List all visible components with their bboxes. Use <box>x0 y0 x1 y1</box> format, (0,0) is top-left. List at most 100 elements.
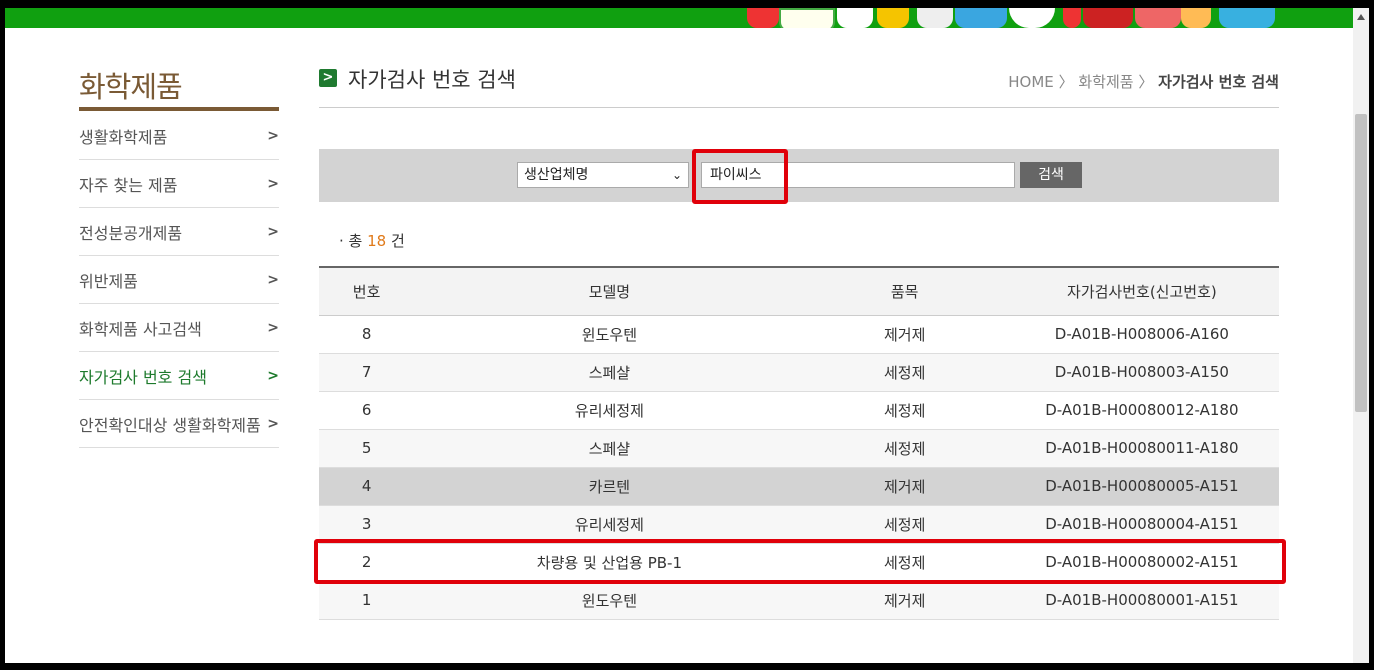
result-count-number: 18 <box>367 232 387 250</box>
search-bar: 생산업체명 ⌄ 파이씨스 검색 <box>319 149 1279 204</box>
table-header-row: 번호 모델명 품목 자가검사번호(신고번호) <box>319 267 1279 316</box>
search-button[interactable]: 검색 <box>1020 162 1082 188</box>
cell-self-test-number: D-A01B-H00080004-A151 <box>1045 515 1239 533</box>
sidebar-item-self-test-search[interactable]: 자가검사 번호 검색 > <box>79 352 279 400</box>
chevron-right-icon: > <box>267 367 279 384</box>
column-header-self-test-number: 자가검사번호(신고번호) <box>1004 267 1279 316</box>
cell-number: 8 <box>361 325 372 343</box>
cell-number: 3 <box>361 515 372 533</box>
cell-model[interactable]: 카르텐 <box>414 467 804 505</box>
cell-model[interactable]: 스페샬 <box>414 353 804 391</box>
sidebar-item-frequent-products[interactable]: 자주 찾는 제품 > <box>79 160 279 208</box>
cell-category: 제거제 <box>883 325 926 344</box>
sidebar-item-label: 위반제품 <box>79 271 138 291</box>
highlight-box-input <box>692 149 788 204</box>
cell-model[interactable]: 윈도우텐 <box>414 315 804 353</box>
cell-model[interactable]: 윈도우텐 <box>414 581 804 619</box>
chevron-right-icon: > <box>267 319 279 336</box>
scrollbar-thumb[interactable] <box>1355 114 1367 412</box>
chevron-right-icon: > <box>267 223 279 240</box>
table-row[interactable]: 3 유리세정제 세정제 D-A01B-H00080004-A151 <box>319 505 1279 543</box>
table-row[interactable]: 6 유리세정제 세정제 D-A01B-H00080012-A180 <box>319 391 1279 429</box>
column-header-model: 모델명 <box>414 267 805 316</box>
sidebar-item-label: 전성분공개제품 <box>79 223 183 243</box>
sidebar-item-safety-check[interactable]: 안전확인대상 생활화학제품 > <box>79 400 279 448</box>
table-row[interactable]: 7 스페샬 세정제 D-A01B-H008003-A150 <box>319 353 1279 391</box>
cell-category: 세정제 <box>883 439 926 458</box>
chevron-right-icon: > <box>267 271 279 288</box>
cell-model[interactable]: 스페샬 <box>414 429 804 467</box>
soap-label-graphic <box>779 8 835 28</box>
sidebar-menu: 생활화학제품 > 자주 찾는 제품 > 전성분공개제품 > 위반제품 > 화학제품 사고… <box>79 112 279 448</box>
product-graphic <box>837 8 873 28</box>
sidebar-title: 화학제품 <box>79 70 183 104</box>
result-count-prefix: · 총 <box>339 232 363 250</box>
cell-self-test-number: D-A01B-H00080012-A180 <box>1045 401 1239 419</box>
product-graphic <box>1083 8 1133 28</box>
result-count: · 총 18 건 <box>339 230 405 251</box>
page-title: 자가검사 번호 검색 <box>348 68 516 92</box>
sidebar-item-label: 생활화학제품 <box>79 127 168 147</box>
sidebar-item-label: 화학제품 사고검색 <box>79 319 202 339</box>
sidebar-item-household-chemicals[interactable]: 생활화학제품 > <box>79 112 279 160</box>
page-scrollbar[interactable] <box>1353 8 1369 663</box>
product-graphic <box>917 8 953 28</box>
product-graphic <box>955 8 1007 28</box>
scroll-up-arrow-icon[interactable] <box>1357 14 1365 20</box>
cell-self-test-number: D-A01B-H00080005-A151 <box>1045 477 1239 495</box>
sidebar-item-label: 자주 찾는 제품 <box>79 175 178 195</box>
breadcrumb-separator-icon: 〉 <box>1138 73 1154 91</box>
title-divider <box>319 107 1279 108</box>
cell-category: 제거제 <box>883 477 926 496</box>
sidebar-item-label: 안전확인대상 생활화학제품 <box>79 415 261 435</box>
search-field-select-value: 생산업체명 <box>524 167 589 183</box>
table-row[interactable]: 1 윈도우텐 제거제 D-A01B-H00080001-A151 <box>319 581 1279 619</box>
cell-number: 4 <box>361 477 372 495</box>
product-graphic <box>1135 8 1181 28</box>
cell-category: 세정제 <box>883 515 926 534</box>
breadcrumb-chemicals[interactable]: 화학제품 <box>1078 73 1133 91</box>
cell-self-test-number: D-A01B-H00080001-A151 <box>1045 591 1239 609</box>
product-graphic <box>877 8 909 28</box>
table-row[interactable]: 8 윈도우텐 제거제 D-A01B-H008006-A160 <box>319 315 1279 353</box>
product-graphic <box>1063 8 1081 28</box>
chevron-right-icon: > <box>267 127 279 144</box>
result-count-suffix: 건 <box>391 232 405 250</box>
breadcrumb-separator-icon: 〉 <box>1058 73 1074 91</box>
cell-model[interactable]: 유리세정제 <box>414 391 804 429</box>
chevron-right-icon: > <box>267 415 279 432</box>
top-banner <box>5 8 1353 28</box>
breadcrumb-home[interactable]: HOME <box>1008 73 1054 91</box>
sidebar-title-underline <box>79 107 279 111</box>
highlight-box-row <box>314 539 1286 584</box>
chevron-right-icon: > <box>267 175 279 192</box>
chevron-right-box-icon: > <box>319 69 337 87</box>
product-graphic <box>1009 8 1055 28</box>
cell-number: 7 <box>361 363 372 381</box>
sidebar-item-accident-search[interactable]: 화학제품 사고검색 > <box>79 304 279 352</box>
search-field-select[interactable]: 생산업체명 ⌄ <box>517 162 689 188</box>
cell-self-test-number: D-A01B-H008003-A150 <box>1054 363 1229 381</box>
cell-number: 5 <box>361 439 372 457</box>
breadcrumb: HOME 〉 화학제품 〉 자가검사 번호 검색 <box>1008 71 1279 92</box>
sidebar-item-label: 자가검사 번호 검색 <box>79 367 207 387</box>
column-header-number: 번호 <box>319 267 415 316</box>
sidebar-item-violations[interactable]: 위반제품 > <box>79 256 279 304</box>
soap-graphic <box>747 8 779 28</box>
cell-number: 1 <box>361 591 372 609</box>
column-header-category: 품목 <box>804 267 1005 316</box>
sidebar-item-full-ingredients[interactable]: 전성분공개제품 > <box>79 208 279 256</box>
chevron-down-icon: ⌄ <box>671 168 682 182</box>
breadcrumb-current: 자가검사 번호 검색 <box>1158 73 1279 91</box>
cell-category: 제거제 <box>883 591 926 610</box>
product-graphic <box>1181 8 1211 28</box>
cell-category: 세정제 <box>883 363 926 382</box>
browser-viewport: 화학제품 생활화학제품 > 자주 찾는 제품 > 전성분공개제품 > 위반제품 > 화학… <box>5 8 1369 663</box>
table-row[interactable]: 4 카르텐 제거제 D-A01B-H00080005-A151 <box>319 467 1279 505</box>
cell-model[interactable]: 유리세정제 <box>414 505 804 543</box>
cell-self-test-number: D-A01B-H00080011-A180 <box>1045 439 1239 457</box>
cell-number: 6 <box>361 401 372 419</box>
cell-category: 세정제 <box>883 401 926 420</box>
product-graphic <box>1219 8 1275 28</box>
table-row[interactable]: 5 스페샬 세정제 D-A01B-H00080011-A180 <box>319 429 1279 467</box>
